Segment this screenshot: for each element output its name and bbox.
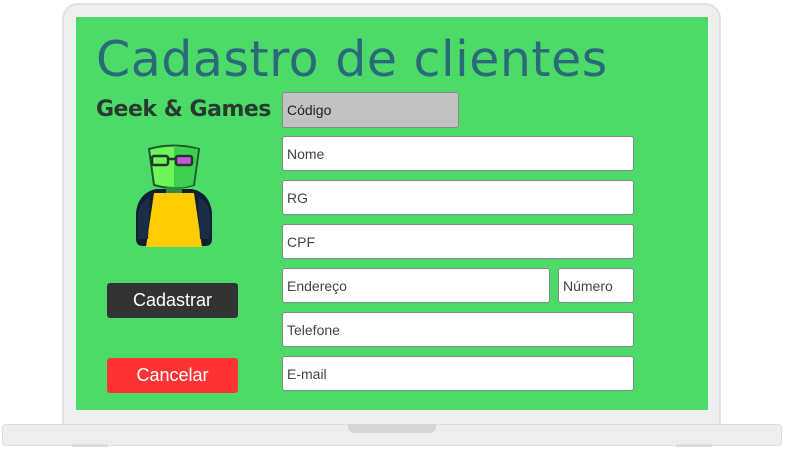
address-field[interactable]: [282, 268, 550, 303]
rg-field[interactable]: [282, 180, 634, 215]
geek-mascot-icon: [136, 144, 212, 247]
laptop-foot-right: [676, 444, 712, 447]
email-field[interactable]: [282, 356, 634, 391]
laptop-foot-left: [72, 444, 108, 447]
cancel-button[interactable]: Cancelar: [107, 358, 238, 393]
form-screen: Cadastro de clientes Geek & Games Cadast…: [76, 17, 708, 410]
laptop-notch: [348, 424, 436, 433]
brand-name: Geek & Games: [96, 97, 271, 122]
page-title: Cadastro de clientes: [96, 31, 608, 88]
number-field[interactable]: [558, 268, 634, 303]
code-field[interactable]: [282, 92, 459, 128]
cpf-field[interactable]: [282, 224, 634, 259]
save-button[interactable]: Cadastrar: [107, 283, 238, 318]
phone-field[interactable]: [282, 312, 634, 347]
name-field[interactable]: [282, 136, 634, 171]
